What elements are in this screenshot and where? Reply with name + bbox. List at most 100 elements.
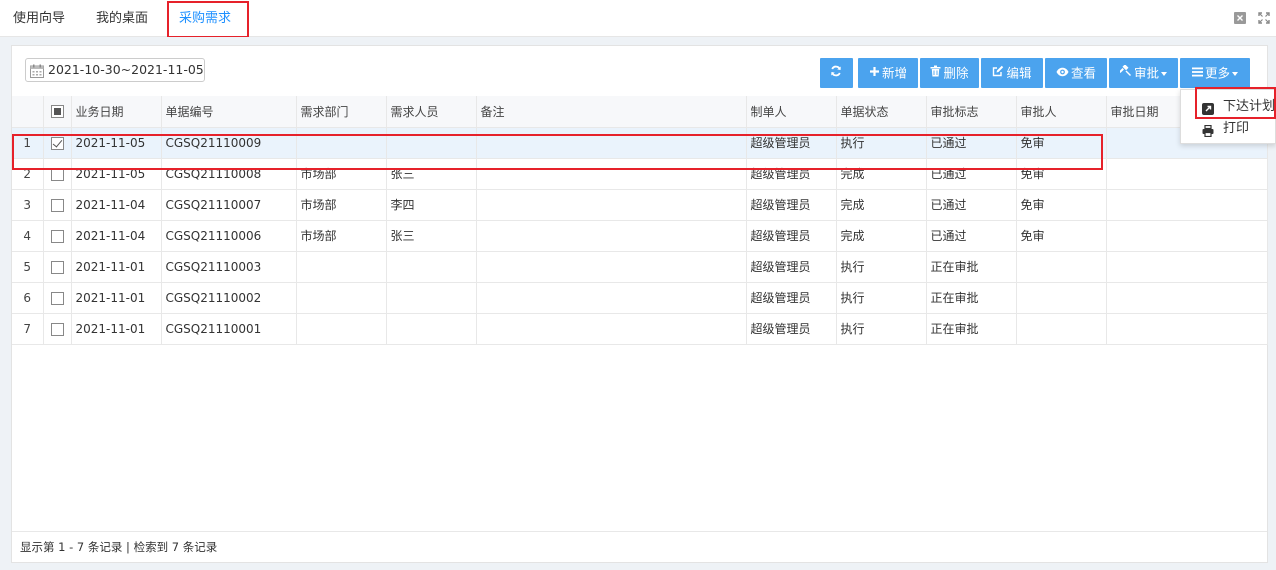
cell-approval-flag: 正在审批 (926, 282, 1017, 314)
cell-remark (476, 189, 747, 221)
cell-remark (476, 313, 747, 345)
cell-remark (476, 251, 747, 283)
window-controls (1226, 12, 1270, 27)
refresh-button[interactable] (820, 58, 853, 88)
header-remark[interactable]: 备注 (476, 96, 747, 128)
cell-doc-no: CGSQ21110008 (161, 158, 297, 190)
cell-approval-flag: 已通过 (926, 127, 1017, 159)
cell-approver: 免审 (1016, 189, 1107, 221)
header-person[interactable]: 需求人员 (386, 96, 477, 128)
cell-maker: 超级管理员 (746, 313, 837, 345)
tab-guide[interactable]: 使用向导 (1, 0, 77, 37)
cell-index: 2 (12, 158, 44, 190)
menu-item-print[interactable]: 打印 (1181, 118, 1276, 140)
header-doc-no[interactable]: 单据编号 (161, 96, 297, 128)
data-grid: 业务日期 单据编号 需求部门 需求人员 备注 制单人 单据状态 审批标志 审批人… (12, 96, 1268, 345)
cell-biz-date: 2021-11-04 (71, 189, 162, 221)
header-maker[interactable]: 制单人 (746, 96, 837, 128)
cell-index: 3 (12, 189, 44, 221)
header-approval-flag[interactable]: 审批标志 (926, 96, 1017, 128)
cell-maker: 超级管理员 (746, 282, 837, 314)
cell-checkbox[interactable] (43, 282, 72, 314)
cell-biz-date: 2021-11-01 (71, 251, 162, 283)
cell-biz-date: 2021-11-05 (71, 158, 162, 190)
cell-doc-no: CGSQ21110001 (161, 313, 297, 345)
fullscreen-icon[interactable] (1258, 12, 1270, 24)
cell-approval-flag: 已通过 (926, 189, 1017, 221)
cell-approval-flag: 正在审批 (926, 313, 1017, 345)
cell-remark (476, 127, 747, 159)
row-checkbox[interactable] (50, 198, 64, 212)
cell-person (386, 282, 477, 314)
eye-icon (1056, 58, 1069, 88)
table-row[interactable]: 7 2021-11-01 CGSQ21110001 超级管理员 执行 正在审批 (12, 313, 1268, 345)
cell-person: 李四 (386, 189, 477, 221)
header-biz-date[interactable]: 业务日期 (71, 96, 162, 128)
cell-person: 张三 (386, 158, 477, 190)
cell-maker: 超级管理员 (746, 189, 837, 221)
cell-maker: 超级管理员 (746, 220, 837, 252)
table-row[interactable]: 2 2021-11-05 CGSQ21110008 市场部 张三 超级管理员 完成 已通过 免审 (12, 158, 1268, 190)
row-checkbox[interactable] (50, 260, 64, 274)
cell-checkbox[interactable] (43, 251, 72, 283)
header-index (12, 96, 44, 128)
row-checkbox[interactable] (50, 291, 64, 305)
menu-icon (1191, 58, 1203, 88)
cell-approver: 免审 (1016, 127, 1107, 159)
table-row[interactable]: 1 2021-11-05 CGSQ21110009 超级管理员 执行 已通过 免审 (12, 127, 1268, 159)
cell-approver: 免审 (1016, 220, 1107, 252)
trash-icon (930, 58, 941, 88)
tab-bar: 使用向导 我的桌面 采购需求 (0, 0, 1276, 38)
cell-checkbox[interactable] (43, 189, 72, 221)
row-checkbox[interactable] (50, 229, 64, 243)
view-button[interactable]: 查看 (1045, 58, 1107, 88)
cell-doc-no: CGSQ21110003 (161, 251, 297, 283)
row-checkbox[interactable] (50, 136, 64, 150)
select-all-checkbox[interactable] (50, 105, 64, 119)
delete-button[interactable]: 删除 (920, 58, 979, 88)
cell-doc-no: CGSQ21110002 (161, 282, 297, 314)
cell-index: 4 (12, 220, 44, 252)
close-tabs-icon[interactable] (1234, 12, 1247, 24)
edit-button[interactable]: 编辑 (981, 58, 1043, 88)
cell-checkbox[interactable] (43, 313, 72, 345)
header-approver[interactable]: 审批人 (1016, 96, 1107, 128)
purchase-demand-panel: 2021-10-30~2021-11-05 新增 删除 编辑 查看 审批 更多 … (11, 45, 1268, 563)
plus-icon (869, 58, 880, 88)
cell-maker: 超级管理员 (746, 127, 837, 159)
row-checkbox[interactable] (50, 167, 64, 181)
purchase-demand-table: 业务日期 单据编号 需求部门 需求人员 备注 制单人 单据状态 审批标志 审批人… (12, 96, 1268, 345)
header-doc-status[interactable]: 单据状态 (836, 96, 927, 128)
cell-checkbox[interactable] (43, 220, 72, 252)
cell-remark (476, 220, 747, 252)
cell-biz-date: 2021-11-05 (71, 127, 162, 159)
row-checkbox[interactable] (50, 322, 64, 336)
gavel-icon (1119, 58, 1132, 88)
cell-person (386, 313, 477, 345)
header-select-all[interactable] (43, 96, 72, 128)
cell-remark (476, 158, 747, 190)
cell-index: 6 (12, 282, 44, 314)
table-row[interactable]: 5 2021-11-01 CGSQ21110003 超级管理员 执行 正在审批 (12, 251, 1268, 283)
approve-button[interactable]: 审批 (1109, 58, 1178, 88)
cell-dept: 市场部 (296, 189, 387, 221)
table-row[interactable]: 4 2021-11-04 CGSQ21110006 市场部 张三 超级管理员 完成 已通过 免审 (12, 220, 1268, 252)
add-button[interactable]: 新增 (858, 58, 918, 88)
cell-doc-no: CGSQ21110009 (161, 127, 297, 159)
cell-dept (296, 127, 387, 159)
table-row[interactable]: 3 2021-11-04 CGSQ21110007 市场部 李四 超级管理员 完成 已通过 免审 (12, 189, 1268, 221)
cell-checkbox[interactable] (43, 127, 72, 159)
date-range-filter[interactable]: 2021-10-30~2021-11-05 (25, 58, 205, 82)
header-dept[interactable]: 需求部门 (296, 96, 387, 128)
cell-doc-no: CGSQ21110006 (161, 220, 297, 252)
cell-doc-status: 执行 (836, 127, 927, 159)
cell-dept: 市场部 (296, 158, 387, 190)
menu-highlight-box (1195, 87, 1276, 119)
tab-my-desktop[interactable]: 我的桌面 (84, 0, 160, 37)
cell-checkbox[interactable] (43, 158, 72, 190)
cell-approval-flag: 正在审批 (926, 251, 1017, 283)
table-row[interactable]: 6 2021-11-01 CGSQ21110002 超级管理员 执行 正在审批 (12, 282, 1268, 314)
cell-dept (296, 282, 387, 314)
more-button[interactable]: 更多 (1180, 58, 1250, 88)
cell-dept (296, 251, 387, 283)
